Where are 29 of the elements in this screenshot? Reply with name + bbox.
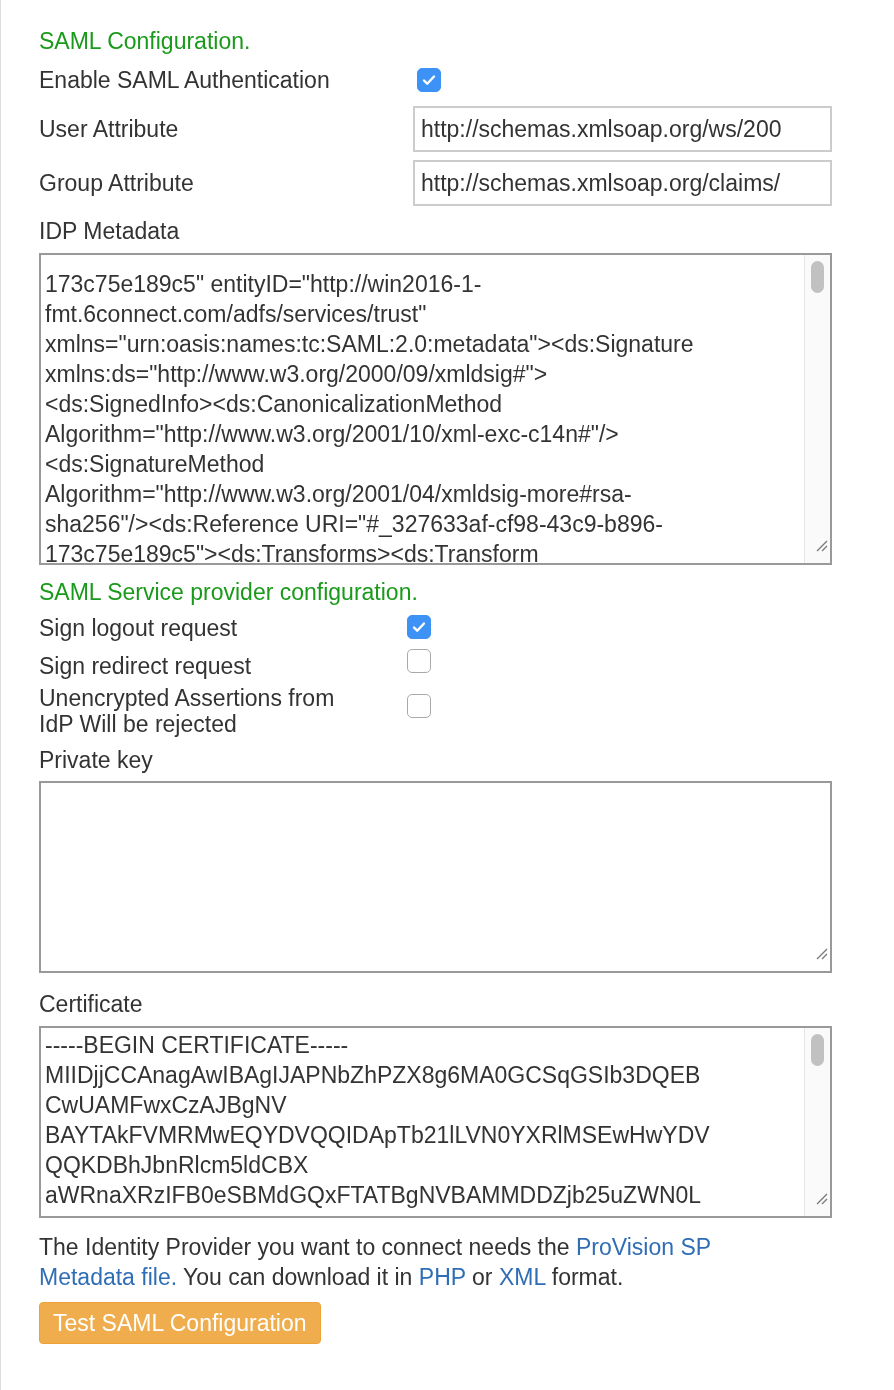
field-label: IDP Metadata — [39, 217, 180, 246]
field-label: Enable SAML Authentication — [39, 67, 331, 93]
certificate-field[interactable] — [39, 1025, 832, 1218]
field-label: Group Attribute — [39, 170, 195, 196]
option-label: Sign redirect request — [39, 652, 253, 679]
metadata-link[interactable]: PHP — [418, 1263, 466, 1290]
field-label: Certificate — [39, 990, 143, 1019]
private-key-field[interactable] — [39, 781, 832, 973]
section-heading: SAML Service provider configuration. — [39, 577, 419, 607]
checkbox[interactable] — [407, 649, 431, 674]
field-text: 173c75e189c5" entityID="http://win2016-1- fmt.6connect.com/adfs/services/trust" xmlns="urn:oasis:names:tc:SAML:2.0:metadata"><ds:Signature xmlns:ds="http://www.w3.org/2000/09/xmldsig#"> <ds:SignedInfo><ds:CanonicalizationMethod Algorithm="http://www.w3.org/2001/10/xml-exc-c14n#"/> <ds:SignatureMethod Algorithm="http://www.w3.org/2001/04/xmldsig-more#rsa- sha256"/><ds:Reference URI="#_327633af-cf98-43c9-b896- 173c75e189c5"><ds:Transforms><ds:Transform — [44, 269, 695, 563]
text-field[interactable]: http://schemas.xmlsoap.org/claims/ — [413, 160, 832, 206]
checkbox[interactable] — [407, 694, 431, 719]
metadata-link[interactable]: Metadata file. — [39, 1263, 178, 1290]
text-field[interactable]: http://schemas.xmlsoap.org/ws/200 — [413, 106, 832, 152]
section-heading: SAML Configuration. — [39, 27, 252, 56]
checkbox[interactable] — [417, 67, 441, 92]
field-label: User Attribute — [39, 116, 180, 142]
field-text: -----BEGIN CERTIFICATE----- MIIDjjCCAnagAwIBAgIJAPNbZhPZX8g6MA0GCSqGSIb3DQEB CwUAMFwxCzAJBgNV BAYTAkFVMRMwEQYDVQQIDApTb21lLVN0YXRlMSEwHwYDV QQKDBhJbnRlcm5ldCBX aWRnaXRzIFB0eSBMdGQxFTATBgNVBAMMDDZjb25uZWN0L — [44, 1030, 711, 1210]
option-label: Sign logout request — [39, 614, 239, 641]
info-text: The Identity Provider you want to connect needs the ProVision SP Metadata file. You can download it in PHP or XML format. — [39, 1232, 712, 1292]
checkbox[interactable] — [407, 615, 431, 640]
scrollbar[interactable] — [804, 1027, 830, 1216]
metadata-field[interactable] — [39, 252, 832, 565]
metadata-link[interactable]: XML — [498, 1263, 546, 1290]
field-label: Private key — [39, 745, 153, 775]
scrollbar[interactable] — [804, 254, 830, 563]
option-label: Unencrypted Assertions from IdP Will be rejected — [39, 684, 336, 737]
metadata-link[interactable]: ProVision SP — [576, 1233, 711, 1260]
